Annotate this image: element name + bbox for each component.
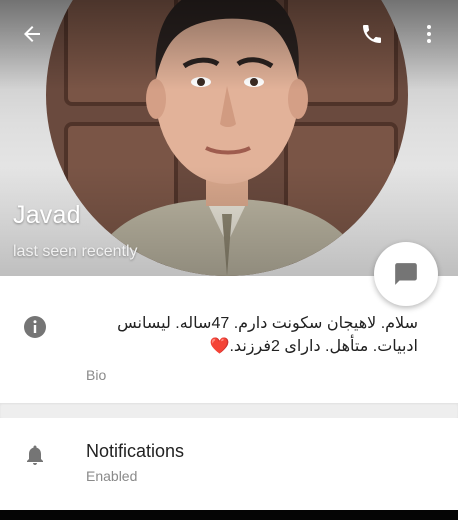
send-message-button[interactable] [374,242,438,306]
more-options-button[interactable] [409,14,449,54]
phone-icon [363,25,381,43]
notifications-value: Enabled [86,468,138,484]
bio-label: Bio [86,367,107,383]
arrow-left-icon [24,26,40,42]
bell-icon [23,443,47,472]
bio-text: سلام. لاهیجان سکونت دارم. 47ساله. لیسانس… [117,315,418,355]
info-icon [23,315,47,344]
notifications-row[interactable]: Notifications Enabled [0,418,458,510]
back-button[interactable] [12,14,52,54]
call-button[interactable] [352,14,392,54]
profile-header: Javad last seen recently [0,0,458,276]
profile-status: last seen recently [13,243,138,260]
message-icon [395,263,417,285]
navigation-bar [0,510,458,520]
section-divider [0,403,458,418]
more-vertical-icon [427,25,431,43]
profile-name: Javad [13,201,81,229]
notifications-title: Notifications [86,441,185,461]
